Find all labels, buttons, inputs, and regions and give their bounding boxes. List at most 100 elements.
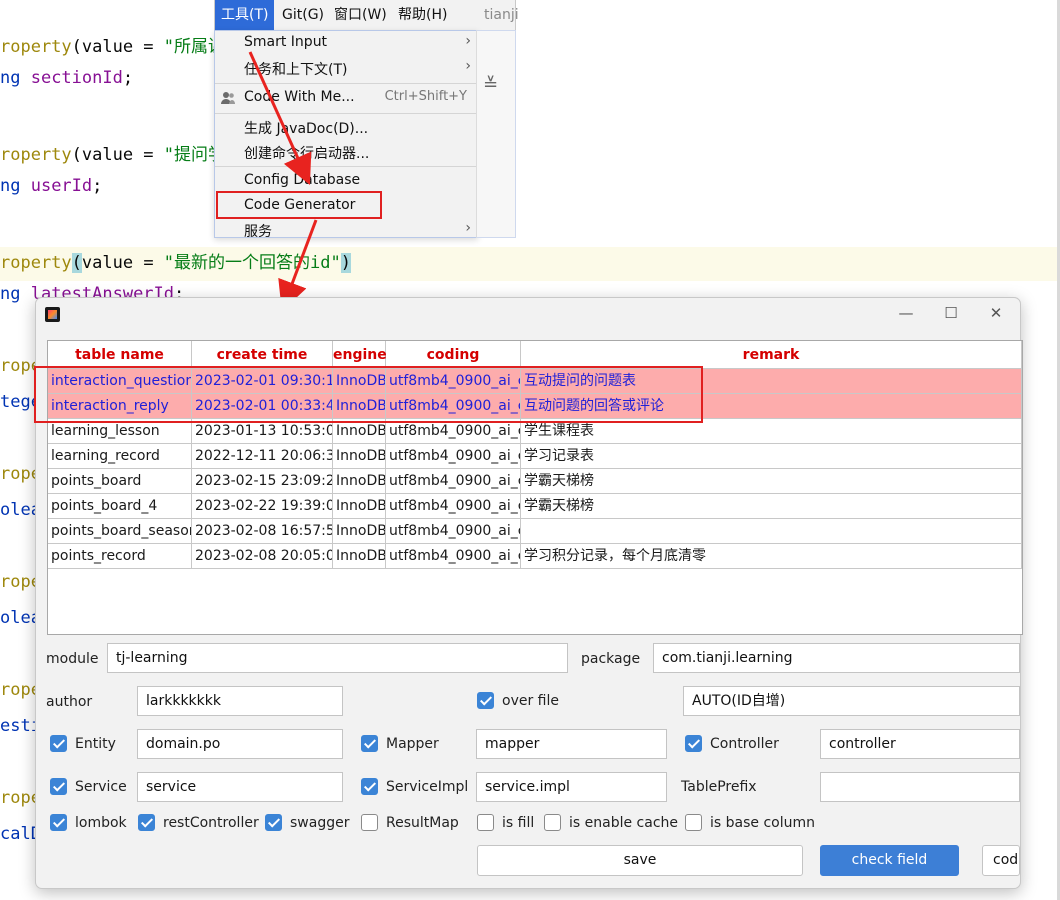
menu-item-config-database[interactable]: Config Database: [215, 169, 477, 193]
cell-time: 2022-12-11 20:06:32: [192, 444, 333, 468]
menu-item-create-launcher[interactable]: 创建命令行启动器...: [215, 140, 477, 164]
serviceimpl-package-input[interactable]: service.impl: [476, 772, 667, 802]
mapper-label: Mapper: [386, 736, 439, 752]
column-header-remark[interactable]: remark: [521, 341, 1022, 369]
menu-tools[interactable]: 工具(T): [215, 0, 275, 30]
swagger-checkbox[interactable]: [265, 814, 282, 831]
lombok-checkbox[interactable]: [50, 814, 67, 831]
table-row[interactable]: points_board_season 2023-02-08 16:57:50 In…: [48, 519, 1022, 544]
menu-bar: 工具(T) Git(G) 窗口(W) 帮助(H) tianji: [214, 0, 519, 30]
column-header-create-time[interactable]: create time: [192, 341, 333, 369]
cell-name: points_board_season: [48, 519, 192, 543]
cell-coding: utf8mb4_0900_ai_ci: [386, 519, 521, 543]
menu-item-label: Smart Input: [244, 34, 328, 50]
minimize-icon[interactable]: —: [894, 304, 918, 324]
base-column-checkbox[interactable]: [685, 814, 702, 831]
cell-engine: InnoDB: [333, 544, 386, 568]
entity-checkbox[interactable]: [50, 735, 67, 752]
table-row[interactable]: points_board_4 2023-02-22 19:39:09 InnoDB u…: [48, 494, 1022, 519]
cell-time: 2023-02-08 20:05:02: [192, 544, 333, 568]
save-button[interactable]: save: [477, 845, 803, 876]
table-row[interactable]: points_record 2023-02-08 20:05:02 InnoDB ut…: [48, 544, 1022, 569]
serviceimpl-label: ServiceImpl: [386, 779, 469, 795]
menu-item-generate-javadoc[interactable]: 生成 JavaDoc(D)...: [215, 115, 477, 139]
selected-rows-highlight-box: [34, 366, 703, 423]
cell-engine: InnoDB: [333, 519, 386, 543]
column-header-coding[interactable]: coding: [386, 341, 521, 369]
swagger-label: swagger: [290, 815, 350, 831]
service-checkbox[interactable]: [50, 778, 67, 795]
serviceimpl-checkbox[interactable]: [361, 778, 378, 795]
split-editor-icon[interactable]: ≚: [483, 74, 498, 95]
cell-name: points_record: [48, 544, 192, 568]
cell-engine: InnoDB: [333, 444, 386, 468]
result-map-checkbox[interactable]: [361, 814, 378, 831]
chevron-right-icon: ›: [465, 58, 471, 74]
menu-window[interactable]: 窗口(W): [328, 0, 393, 30]
menu-separator: [215, 166, 477, 167]
entity-package-input[interactable]: domain.po: [137, 729, 343, 759]
cell-name: points_board_4: [48, 494, 192, 518]
chevron-right-icon: ›: [465, 220, 471, 236]
cell-coding: utf8mb4_0900_ai_ci: [386, 444, 521, 468]
menu-item-smart-input[interactable]: Smart Input ›: [215, 31, 477, 55]
result-map-label: ResultMap: [386, 815, 459, 831]
column-header-engine[interactable]: engine: [333, 341, 387, 369]
cell-name: points_board: [48, 469, 192, 493]
editor-toolbar-strip: [476, 30, 516, 238]
author-input[interactable]: larkkkkkkk: [137, 686, 343, 716]
menu-item-label: 创建命令行启动器...: [244, 146, 370, 162]
is-fill-checkbox[interactable]: [477, 814, 494, 831]
app-logo-icon: [45, 307, 60, 322]
cell-remark: 学习记录表: [521, 444, 1022, 468]
rest-controller-checkbox[interactable]: [138, 814, 155, 831]
table-row[interactable]: points_board 2023-02-15 23:09:29 InnoDB utf…: [48, 469, 1022, 494]
service-label: Service: [75, 779, 127, 795]
table-prefix-label: TablePrefix: [681, 779, 757, 795]
code-generate-button[interactable]: cod: [982, 845, 1020, 876]
menu-separator: [215, 83, 477, 84]
service-package-input[interactable]: service: [137, 772, 343, 802]
check-field-button[interactable]: check field: [820, 845, 959, 876]
over-file-checkbox[interactable]: [477, 692, 494, 709]
module-label: module: [46, 651, 99, 667]
cell-engine: InnoDB: [333, 469, 386, 493]
users-icon: [221, 92, 235, 104]
menu-item-code-with-me[interactable]: Code With Me... Ctrl+Shift+Y: [215, 86, 477, 110]
rest-controller-label: restController: [163, 815, 259, 831]
lombok-label: lombok: [75, 815, 127, 831]
code-line: ng userId;: [0, 176, 103, 196]
module-input[interactable]: tj-learning: [107, 643, 568, 673]
table-prefix-input[interactable]: [820, 772, 1020, 802]
cell-remark: 学霸天梯榜: [521, 494, 1022, 518]
code-line: roperty(value = "提问学: [0, 145, 226, 165]
code-line: roperty(value = "所属课: [0, 37, 226, 57]
column-header-table-name[interactable]: table name: [48, 341, 192, 369]
mapper-package-input[interactable]: mapper: [476, 729, 667, 759]
chevron-right-icon: ›: [465, 33, 471, 49]
package-input[interactable]: com.tianji.learning: [653, 643, 1020, 673]
cell-coding: utf8mb4_0900_ai_ci: [386, 544, 521, 568]
controller-checkbox[interactable]: [685, 735, 702, 752]
code-line: roperty(value = "最新的一个回答的id"): [0, 253, 351, 273]
menu-help[interactable]: 帮助(H): [392, 0, 453, 30]
maximize-icon[interactable]: ☐: [939, 304, 963, 324]
id-type-select[interactable]: AUTO(ID自增): [683, 686, 1020, 716]
code-generator-highlight-box: [216, 191, 382, 219]
menu-git[interactable]: Git(G): [276, 0, 330, 30]
menu-item-services[interactable]: 服务 ›: [215, 218, 477, 242]
cell-remark: [521, 519, 1022, 543]
menu-separator: [215, 113, 477, 114]
controller-label: Controller: [710, 736, 779, 752]
menu-item-tasks-context[interactable]: 任务和上下文(T) ›: [215, 56, 477, 80]
enable-cache-checkbox[interactable]: [544, 814, 561, 831]
controller-package-input[interactable]: controller: [820, 729, 1020, 759]
enable-cache-label: is enable cache: [569, 815, 678, 831]
table-row[interactable]: learning_record 2022-12-11 20:06:32 InnoDB…: [48, 444, 1022, 469]
mapper-checkbox[interactable]: [361, 735, 378, 752]
entity-label: Entity: [75, 736, 116, 752]
code-line: ng sectionId;: [0, 68, 134, 88]
menu-item-label: Config Database: [244, 172, 361, 188]
close-icon[interactable]: ✕: [984, 304, 1008, 324]
code-generator-dialog: — ☐ ✕ table name create time engine codi…: [34, 297, 1023, 889]
